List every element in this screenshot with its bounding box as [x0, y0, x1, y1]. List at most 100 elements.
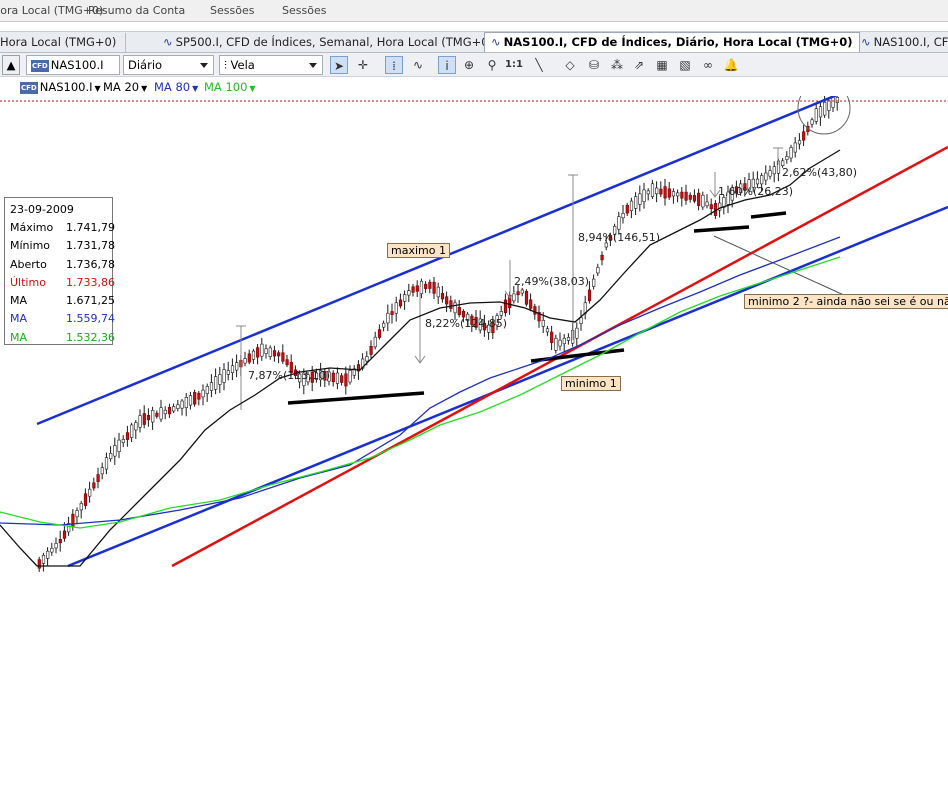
channel-top-line[interactable] [36, 96, 883, 426]
candle [251, 350, 256, 360]
candle [692, 195, 697, 202]
candle [529, 299, 533, 309]
info-row: MA 1.671,25 [10, 292, 115, 310]
candle [369, 345, 373, 355]
candle [188, 395, 193, 406]
tab-sp500[interactable]: ∿ SP500.I, CFD de Índices, Semanal, Hora … [157, 33, 501, 52]
candle [209, 382, 214, 391]
candle [562, 337, 566, 345]
alert-bell-icon[interactable]: 🔔 [722, 56, 740, 74]
candle [230, 365, 235, 373]
candle [243, 358, 247, 364]
candle [167, 407, 172, 415]
minimo-2-label[interactable]: minimo 2 ?- ainda não sei se é ou não [744, 294, 948, 309]
candle [709, 204, 713, 210]
indicator-ma80[interactable]: MA 80 ▼ [154, 78, 198, 98]
link-icon[interactable]: ∞ [699, 56, 717, 74]
candle [797, 140, 802, 145]
top-strip-item[interactable]: Resumo da Conta [88, 4, 185, 17]
zoom-region-icon[interactable]: ⊕ [460, 56, 478, 74]
top-strip: Hora Local (TMG+0) Resumo da Conta Sessõ… [0, 0, 948, 22]
candle [419, 280, 424, 294]
info-icon[interactable]: i [438, 56, 456, 74]
info-label: Mínimo [10, 239, 51, 253]
candle [331, 372, 335, 383]
trend-line-icon[interactable]: ╲ [530, 56, 548, 74]
chart-type-select[interactable]: ⫶ Vela [219, 55, 323, 75]
minimo-1-label[interactable]: minimo 1 [561, 376, 621, 391]
pointer-icon[interactable]: ➤ [330, 56, 348, 74]
tab-hora-local[interactable]: Hora Local (TMG+0) [0, 33, 126, 52]
candle [617, 216, 621, 230]
period-select[interactable]: Diário [123, 55, 214, 75]
zoom-icon[interactable]: ⚲ [483, 56, 501, 74]
candle [277, 352, 281, 357]
candle [146, 415, 151, 421]
tab-nas100[interactable]: ∿NAS100.I, CFD [855, 33, 948, 52]
candle [172, 406, 176, 412]
candle [558, 339, 562, 347]
export-icon[interactable]: ⇗ [630, 56, 648, 74]
channel-bottom-line[interactable] [67, 205, 948, 568]
maximo-1-label[interactable]: maximo 1 [387, 243, 450, 258]
candle [436, 286, 440, 298]
pct-annotation: 2,49%(38,03) [514, 275, 590, 288]
collapse-button[interactable]: ▲ [2, 55, 20, 75]
candle [96, 474, 100, 482]
candle [151, 410, 155, 423]
candle [701, 194, 705, 208]
info-value: 1.741,79 [66, 221, 115, 234]
template-icon[interactable]: ⛁ [585, 56, 603, 74]
print-icon[interactable]: ▦ [653, 56, 671, 74]
indicator-symbol-label: NAS100.I [39, 80, 93, 94]
candle [92, 482, 96, 489]
candle [453, 302, 457, 314]
top-strip-item[interactable]: Sessões [282, 4, 326, 17]
candle [684, 191, 688, 201]
candle [415, 285, 419, 292]
candle [659, 188, 663, 195]
candle [642, 189, 646, 202]
tab-label: Hora Local (TMG+0) [0, 35, 117, 49]
candle [596, 267, 600, 274]
candle [176, 404, 180, 409]
candle [205, 386, 209, 394]
tab-nas100-active[interactable]: ∿ NAS100.I, CFD de Índices, Diário, Hora … [484, 32, 860, 52]
support-bar[interactable] [287, 391, 425, 405]
candle [835, 97, 839, 103]
indicator-ma100[interactable]: MA 100 ▼ [204, 78, 256, 98]
candle [802, 131, 806, 141]
candle [457, 306, 461, 316]
candle [524, 291, 529, 305]
symbol-input[interactable]: CFD NAS100.I [26, 55, 120, 75]
candle [285, 359, 289, 366]
candle [587, 289, 592, 302]
chart-line-icon: ∿ [861, 35, 871, 49]
candle [365, 356, 369, 362]
save-image-icon[interactable]: ▧ [676, 56, 694, 74]
chart-line-icon: ∿ [163, 35, 173, 49]
crosshair-icon[interactable]: ✛ [354, 56, 372, 74]
support-bar[interactable] [750, 211, 787, 219]
candle [222, 369, 226, 383]
zoom-1-1-button[interactable]: 1:1 [505, 56, 523, 74]
info-row: Último 1.733,86 [10, 274, 115, 292]
indicator-ma20[interactable]: MA 20 ▼ [103, 78, 147, 98]
candle [268, 347, 272, 357]
magic-wand-icon[interactable]: ⁂ [608, 56, 626, 74]
candle [411, 286, 415, 293]
candle [541, 320, 545, 327]
candle [46, 550, 50, 559]
top-strip-item[interactable]: Sessões [210, 4, 254, 17]
grid-icon[interactable]: ⁞ [385, 56, 403, 74]
chevron-down-icon: ▼ [249, 84, 256, 93]
candle [104, 457, 109, 470]
candle [50, 548, 54, 553]
pct-annotation: 8,22%(124,85) [425, 317, 508, 330]
indicator-icon[interactable]: ∿ [409, 56, 427, 74]
support-bar[interactable] [693, 225, 750, 233]
indicator-symbol[interactable]: CFD NAS100.I ▼ [20, 78, 101, 98]
candle [281, 352, 285, 362]
candle [71, 513, 75, 528]
eraser-icon[interactable]: ◇ [561, 56, 579, 74]
